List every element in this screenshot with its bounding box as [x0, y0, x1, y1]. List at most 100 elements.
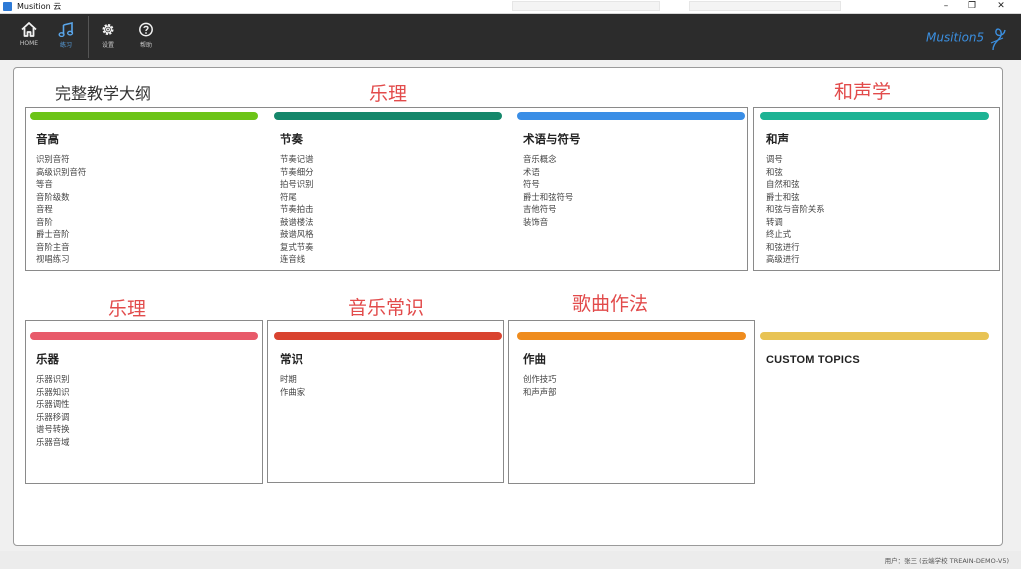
close-button[interactable]: ✕ [990, 0, 1012, 13]
topic-link[interactable]: 符号 [523, 178, 573, 191]
help-button[interactable]: 帮助 [128, 14, 164, 60]
topic-link[interactable]: 音阶级数 [36, 191, 86, 204]
topic-list: 创作技巧 和声声部 [523, 373, 557, 398]
titlebar-field [689, 1, 841, 11]
outline-title: 完整教学大纲 [55, 84, 152, 103]
theory-group-box [25, 107, 748, 271]
topic-link[interactable]: 乐器知识 [36, 386, 70, 399]
topic-list: 节奏记谱 节奏细分 拍号识别 符尾 节奏拍击 鼓谱楼法 鼓谱风格 复式节奏 连音线 [280, 153, 314, 266]
minimize-button[interactable]: – [935, 0, 957, 13]
category-color-bar [274, 112, 502, 120]
topic-link[interactable]: 爵士和弦符号 [523, 191, 573, 204]
category-color-bar [760, 332, 989, 340]
gear-icon [102, 23, 114, 36]
category-color-bar [760, 112, 989, 120]
titlebar-field [512, 1, 660, 11]
topic-link[interactable]: 鼓谱风格 [280, 228, 314, 241]
topic-link[interactable]: 复式节奏 [280, 241, 314, 254]
topic-link[interactable]: 节奏细分 [280, 166, 314, 179]
restore-button[interactable]: ❐ [961, 0, 983, 13]
category-title: CUSTOM TOPICS [766, 354, 860, 366]
topic-link[interactable]: 等音 [36, 178, 86, 191]
composition-group-box [508, 320, 755, 484]
topic-link[interactable]: 符尾 [280, 191, 314, 204]
user-info: 用户：张三 (云端学校 TREAIN-DEMO-V5) [884, 557, 1009, 565]
topic-link[interactable]: 乐器移调 [36, 411, 70, 424]
topic-link[interactable]: 乐器调性 [36, 398, 70, 411]
topic-link[interactable]: 节奏记谱 [280, 153, 314, 166]
topic-link[interactable]: 和声声部 [523, 386, 557, 399]
topic-link[interactable]: 拍号识别 [280, 178, 314, 191]
topic-list: 时期 作曲家 [280, 373, 305, 398]
practice-button[interactable]: 练习 [48, 14, 84, 60]
help-label: 帮助 [139, 42, 152, 49]
category-color-bar [517, 332, 746, 340]
topic-link[interactable]: 爵士和弦 [766, 191, 825, 204]
music-note-icon [58, 22, 74, 37]
topic-link[interactable]: 谱号转换 [36, 423, 70, 436]
category-color-bar [274, 332, 502, 340]
home-icon [21, 22, 37, 37]
topic-link[interactable]: 乐器识别 [36, 373, 70, 386]
topic-link[interactable]: 高级识别音符 [36, 166, 86, 179]
topic-link[interactable]: 视唱练习 [36, 253, 86, 266]
category-title: 常识 [280, 352, 303, 366]
topic-link[interactable]: 终止式 [766, 228, 825, 241]
annotation-music-theory-2: 乐理 [108, 298, 147, 320]
topic-link[interactable]: 高级进行 [766, 253, 825, 266]
topic-link[interactable]: 音阶主音 [36, 241, 86, 254]
annotation-songwriting: 歌曲作法 [572, 293, 649, 315]
practice-label: 练习 [59, 42, 72, 49]
topic-link[interactable]: 乐器音域 [36, 436, 70, 449]
category-title: 作曲 [523, 352, 546, 366]
settings-button[interactable]: 设置 [90, 14, 126, 60]
category-title: 术语与符号 [523, 132, 581, 146]
topic-list: 音乐概念 术语 符号 爵士和弦符号 吉他符号 装饰音 [523, 153, 573, 228]
topic-link[interactable]: 调号 [766, 153, 825, 166]
topic-link[interactable]: 创作技巧 [523, 373, 557, 386]
topic-link[interactable]: 装饰音 [523, 216, 573, 229]
category-color-bar [517, 112, 745, 120]
settings-label: 设置 [101, 42, 114, 49]
annotation-harmony: 和声学 [834, 81, 892, 103]
topic-list: 乐器识别 乐器知识 乐器调性 乐器移调 谱号转换 乐器音域 [36, 373, 70, 448]
brand-mark-icon [990, 27, 1006, 50]
topic-link[interactable]: 时期 [280, 373, 305, 386]
syllabus-panel: 完整教学大纲 乐理 和声学 乐理 音乐常识 歌曲作法 音高 识别音符 高级识别音符… [13, 67, 1003, 546]
topic-link[interactable]: 节奏拍击 [280, 203, 314, 216]
topic-link[interactable]: 鼓谱楼法 [280, 216, 314, 229]
category-color-bar [30, 112, 258, 120]
help-circle-icon [139, 22, 153, 37]
topic-link[interactable]: 爵士音阶 [36, 228, 86, 241]
brand-name: Musition5 [926, 30, 985, 45]
main-toolbar: HOME 练习 设置 帮助 Musition5 [0, 14, 1021, 60]
topic-link[interactable]: 吉他符号 [523, 203, 573, 216]
topic-link[interactable]: 和弦进行 [766, 241, 825, 254]
category-title: 乐器 [36, 352, 59, 366]
toolbar-divider [88, 16, 89, 58]
category-title: 和声 [766, 132, 789, 146]
category-color-bar [30, 332, 258, 340]
topic-link[interactable]: 音程 [36, 203, 86, 216]
topic-link[interactable]: 识别音符 [36, 153, 86, 166]
topic-link[interactable]: 音乐概念 [523, 153, 573, 166]
app-icon [3, 2, 12, 11]
topic-link[interactable]: 连音线 [280, 253, 314, 266]
topic-list: 识别音符 高级识别音符 等音 音阶级数 音程 音阶 爵士音阶 音阶主音 视唱练习 [36, 153, 86, 266]
topic-link[interactable]: 和弦 [766, 166, 825, 179]
window-title: Musition 云 [17, 2, 62, 11]
topic-link[interactable]: 转调 [766, 216, 825, 229]
home-label: HOME [19, 40, 39, 47]
topic-link[interactable]: 作曲家 [280, 386, 305, 399]
annotation-music-theory: 乐理 [369, 83, 408, 105]
topic-link[interactable]: 和弦与音阶关系 [766, 203, 825, 216]
category-title: 节奏 [280, 132, 303, 146]
brand-logo: Musition5 [926, 22, 1007, 52]
topic-link[interactable]: 术语 [523, 166, 573, 179]
topic-list: 调号 和弦 自然和弦 爵士和弦 和弦与音阶关系 转调 终止式 和弦进行 高级进行 [766, 153, 825, 266]
home-button[interactable]: HOME [11, 14, 47, 60]
topic-link[interactable]: 音阶 [36, 216, 86, 229]
knowledge-group-box [267, 320, 504, 483]
topic-link[interactable]: 自然和弦 [766, 178, 825, 191]
status-bar: 用户：张三 (云端学校 TREAIN-DEMO-V5) [0, 551, 1021, 569]
